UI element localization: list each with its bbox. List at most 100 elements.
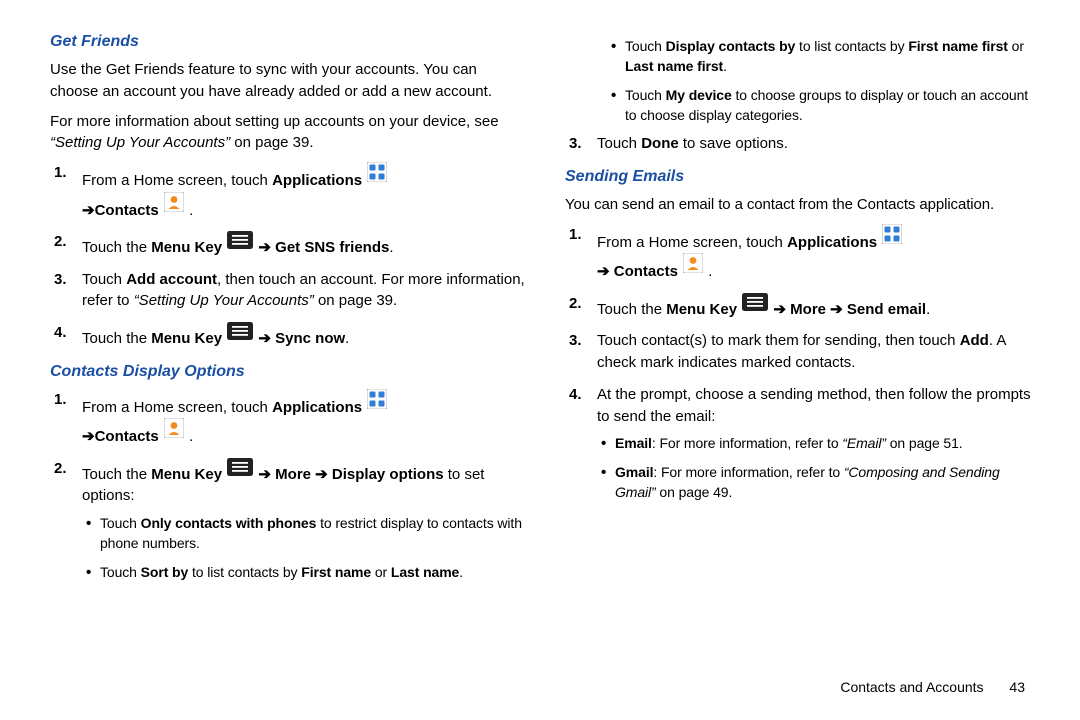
get-friends-intro: Use the Get Friends feature to sync with… (50, 59, 525, 103)
bullet-only-phones: Touch Only contacts with phones to restr… (100, 513, 525, 554)
heading-get-friends: Get Friends (50, 30, 525, 53)
text: Touch (100, 515, 141, 531)
step-3: Touch contact(s) to mark them for sendin… (597, 330, 1040, 374)
ref-italic: “Email” (842, 435, 889, 451)
text: : For more information, refer to (653, 464, 843, 480)
text: to list contacts by (188, 564, 301, 580)
step-1: From a Home screen, touch Applications ➔… (82, 162, 525, 221)
page-footer: Contacts and Accounts 43 (840, 679, 1025, 695)
arrow: ➔ (254, 466, 275, 483)
menu-key-icon (742, 293, 768, 318)
heading-display-options: Contacts Display Options (50, 360, 525, 383)
text: . (185, 201, 193, 218)
text: on page 49. (659, 484, 732, 500)
arrow: ➔ (254, 330, 275, 347)
sending-email-methods: Email: For more information, refer to “E… (597, 433, 1040, 502)
text: Touch (625, 38, 666, 54)
display-option-bullets-cont: Touch Display contacts by to list contac… (565, 36, 1040, 125)
text: . (345, 330, 349, 347)
bold: Menu Key (151, 239, 222, 256)
contacts-icon (683, 253, 703, 280)
bold: Menu Key (151, 466, 222, 483)
text: Touch (82, 271, 126, 288)
bold: My device (666, 87, 732, 103)
bold: Last name (391, 564, 459, 580)
bold: Applications (272, 172, 362, 189)
bold: Only contacts with phones (141, 515, 317, 531)
display-options-step-3: Touch Done to save options. (565, 133, 1040, 155)
bold: Menu Key (151, 330, 222, 347)
text: . (704, 263, 712, 280)
text: Touch the (82, 239, 151, 256)
sending-emails-intro: You can send an email to a contact from … (565, 194, 1040, 216)
text: Touch the (82, 466, 151, 483)
step-4: At the prompt, choose a sending method, … (597, 384, 1040, 502)
text: : For more information, refer to (652, 435, 842, 451)
menu-key-icon (227, 458, 253, 483)
text: . (459, 564, 463, 580)
bold: Add (960, 332, 989, 349)
manual-page: Get Friends Use the Get Friends feature … (0, 0, 1080, 642)
footer-section: Contacts and Accounts (840, 679, 983, 695)
bold: Applications (787, 234, 877, 251)
bold: More (790, 301, 826, 318)
bold: Applications (272, 399, 362, 416)
menu-key-icon (227, 231, 253, 256)
step-2: Touch the Menu Key ➔ More ➔ Send email. (597, 293, 1040, 321)
text: From a Home screen, touch (597, 234, 787, 251)
bold: Contacts (95, 428, 159, 445)
text: Touch (597, 135, 641, 152)
arrow: ➔ (597, 263, 614, 280)
bold: Display options (332, 466, 444, 483)
bold: Get SNS friends (275, 239, 389, 256)
right-column: Touch Display contacts by to list contac… (565, 30, 1040, 592)
bold: Menu Key (666, 301, 737, 318)
text: . (389, 239, 393, 256)
arrow: ➔ (82, 201, 95, 218)
contacts-icon (164, 418, 184, 445)
applications-icon (367, 389, 387, 416)
step-4: Touch the Menu Key ➔ Sync now. (82, 322, 525, 350)
ref-italic: “Setting Up Your Accounts” (134, 292, 318, 309)
text: on page 39. (230, 134, 313, 151)
footer-page-number: 43 (1009, 679, 1025, 695)
bullet-sort-by: Touch Sort by to list contacts by First … (100, 562, 525, 582)
bold: Contacts (95, 201, 159, 218)
text: For more information about setting up ac… (50, 113, 499, 130)
arrow: ➔ (311, 466, 332, 483)
applications-icon (882, 224, 902, 251)
text: or (371, 564, 391, 580)
text: Touch the (597, 301, 666, 318)
bold: Add account (126, 271, 217, 288)
heading-sending-emails: Sending Emails (565, 165, 1040, 188)
display-options-steps: From a Home screen, touch Applications ➔… (50, 389, 525, 582)
bold: Done (641, 135, 679, 152)
contacts-icon (164, 192, 184, 219)
left-column: Get Friends Use the Get Friends feature … (50, 30, 525, 592)
bullet-gmail: Gmail: For more information, refer to “C… (615, 462, 1040, 503)
bold: Sort by (141, 564, 189, 580)
bullet-display-contacts-by: Touch Display contacts by to list contac… (625, 36, 1040, 77)
step-3: Touch Done to save options. (597, 133, 1040, 155)
arrow: ➔ (82, 428, 95, 445)
text: Touch contact(s) to mark them for sendin… (597, 332, 960, 349)
bullet-my-device: Touch My device to choose groups to disp… (625, 85, 1040, 126)
step-1: From a Home screen, touch Applications ➔… (82, 389, 525, 448)
applications-icon (367, 162, 387, 189)
text: Touch the (82, 330, 151, 347)
bold: Gmail (615, 464, 653, 480)
sending-emails-steps: From a Home screen, touch Applications ➔… (565, 224, 1040, 502)
ref-italic: “Setting Up Your Accounts” (50, 134, 230, 151)
bold: First name first (908, 38, 1008, 54)
bold: Email (615, 435, 652, 451)
bold: Sync now (275, 330, 345, 347)
text: or (1008, 38, 1024, 54)
text: Touch (100, 564, 141, 580)
text: At the prompt, choose a sending method, … (597, 386, 1031, 425)
text: . (185, 428, 193, 445)
get-friends-moreinfo: For more information about setting up ac… (50, 111, 525, 155)
bold: First name (301, 564, 371, 580)
get-friends-steps: From a Home screen, touch Applications ➔… (50, 162, 525, 350)
step-3: Touch Add account, then touch an account… (82, 269, 525, 313)
text: . (723, 58, 727, 74)
